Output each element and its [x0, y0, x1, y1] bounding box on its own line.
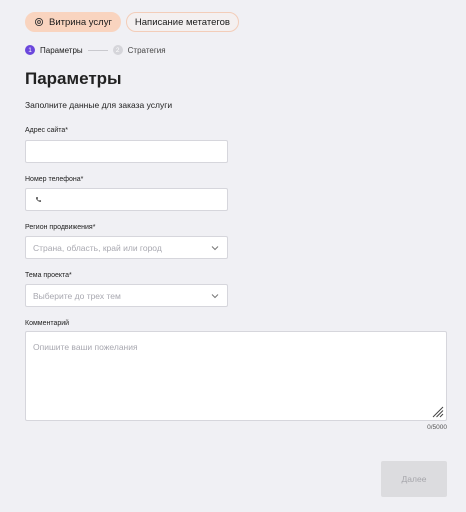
- page-title: Параметры: [25, 69, 122, 88]
- site-input[interactable]: [25, 140, 228, 163]
- comment-placeholder: Опишите ваши пожелания: [33, 342, 138, 352]
- comment-label: Комментарий: [25, 320, 70, 327]
- tab-label: Витрина услуг: [49, 16, 112, 28]
- topic-select[interactable]: Выберите до трех тем: [25, 284, 228, 307]
- site-label: Адрес сайта*: [25, 127, 69, 134]
- region-select[interactable]: Страна, область, край или город: [25, 236, 228, 259]
- resize-handle-icon[interactable]: [430, 404, 444, 418]
- chevron-down-icon: [211, 294, 219, 299]
- step-1-indicator: 1: [25, 45, 35, 55]
- tab-label: Написание метатегов: [134, 16, 230, 28]
- region-placeholder: Страна, область, край или город: [33, 243, 162, 253]
- phone-icon: [36, 197, 42, 202]
- step-1-label: Параметры: [40, 45, 83, 55]
- step-connector: [87, 49, 108, 51]
- comment-textarea[interactable]: Опишите ваши пожелания: [25, 331, 447, 421]
- phone-input[interactable]: [25, 188, 228, 211]
- tab-service-showcase[interactable]: Витрина услуг: [25, 12, 121, 32]
- step-2-label: Стратегия: [127, 45, 166, 55]
- comment-counter: 0/5000: [427, 424, 447, 431]
- stepper: 1 Параметры 2 Стратегия: [25, 45, 166, 55]
- region-label: Регион продвижения*: [25, 224, 96, 231]
- next-button[interactable]: Далее: [381, 461, 447, 497]
- chevron-down-icon: [211, 246, 219, 251]
- gear-icon: [34, 17, 44, 27]
- tab-meta-tags[interactable]: Написание метатегов: [125, 12, 239, 32]
- topic-placeholder: Выберите до трех тем: [33, 291, 121, 301]
- service-tabs: Витрина услуг Написание метатегов: [25, 12, 239, 32]
- page-subtitle: Заполните данные для заказа услуги: [25, 100, 173, 110]
- topic-label: Тема проекта*: [25, 272, 72, 279]
- phone-label: Номер телефона*: [25, 176, 84, 183]
- step-2-indicator: 2: [112, 45, 123, 55]
